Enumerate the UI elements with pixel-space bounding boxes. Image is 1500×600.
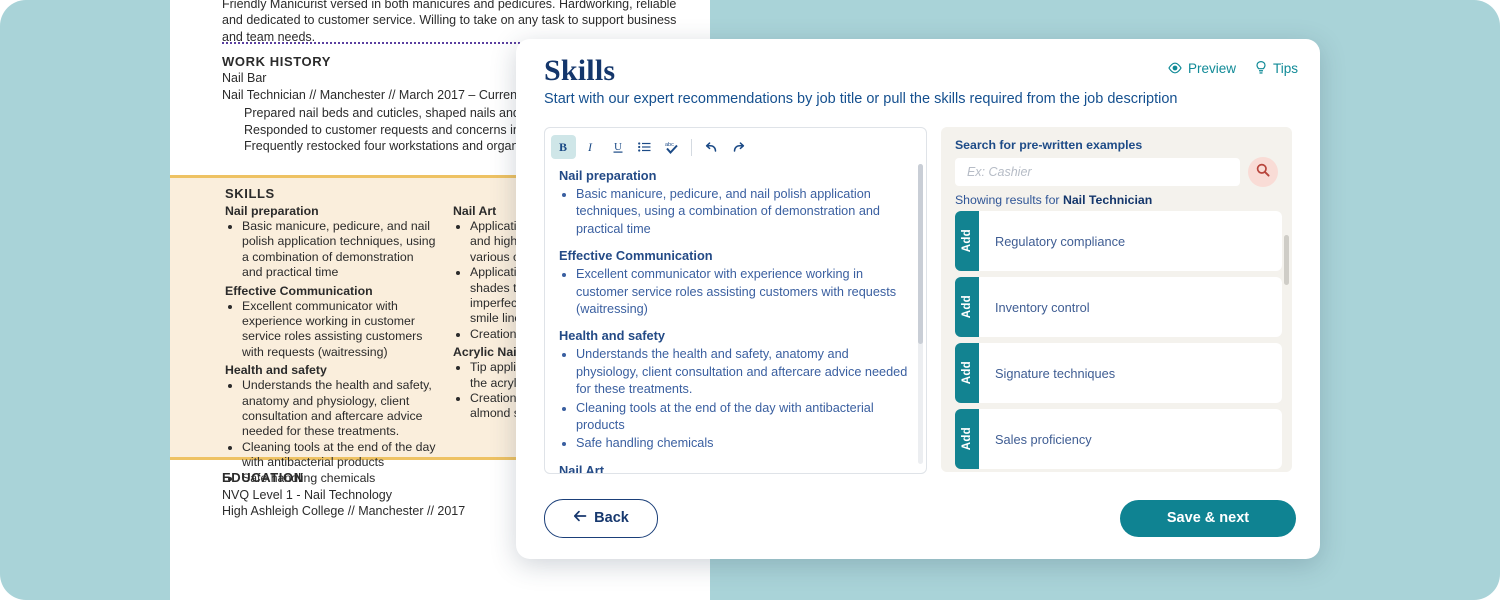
editor-toolbar: B I U abc xyxy=(545,128,926,160)
editor-section-title: Health and safety xyxy=(559,328,665,344)
italic-icon[interactable]: I xyxy=(578,135,603,159)
toolbar-divider xyxy=(691,138,692,156)
modal-footer: Back Save & next xyxy=(544,498,1296,538)
suggestion-card[interactable]: Add Signature techniques xyxy=(954,343,1282,403)
list-item[interactable]: Cleaning tools at the end of the day wit… xyxy=(576,400,908,435)
add-button[interactable]: Add xyxy=(954,409,979,469)
list-item: Cleaning tools at the end of the day wit… xyxy=(242,440,437,471)
tips-label: Tips xyxy=(1272,60,1298,76)
search-button[interactable] xyxy=(1248,157,1278,187)
search-row xyxy=(954,157,1278,187)
editor-section-title: Effective Communication xyxy=(559,248,713,264)
list-item[interactable]: Excellent communicator with experience w… xyxy=(576,266,908,318)
editor-section-title: Nail preparation xyxy=(559,168,657,183)
list-item: Excellent communicator with experience w… xyxy=(242,299,437,361)
editor-section-title: Nail Art xyxy=(559,462,605,473)
add-button[interactable]: Add xyxy=(954,343,979,403)
modal-header: Skills Preview Tips Start with our exper… xyxy=(516,39,1320,129)
showing-results-job: Nail Technician xyxy=(1062,193,1153,207)
search-label: Search for pre-written examples xyxy=(954,138,1143,152)
preview-label: Preview xyxy=(1187,60,1236,76)
modal-body: B I U abc Nail preparation • Basic manic… xyxy=(544,127,1292,512)
add-label: Add xyxy=(960,427,973,451)
add-label: Add xyxy=(960,361,973,385)
suggestion-results-list: Add Regulatory compliance Add Inventory … xyxy=(954,211,1282,472)
save-next-label: Save & next xyxy=(1166,510,1250,526)
redo-icon[interactable] xyxy=(726,135,751,159)
search-icon xyxy=(1255,162,1271,183)
suggestions-panel: Search for pre-written examples Showin xyxy=(940,127,1292,472)
suggestion-card[interactable]: Add Sales proficiency xyxy=(954,409,1282,469)
bold-icon[interactable]: B xyxy=(551,135,576,159)
skill-group-title: Nail preparation xyxy=(225,204,319,218)
lightbulb-icon xyxy=(1254,60,1268,76)
suggestions-scrollbar-thumb[interactable] xyxy=(1284,235,1289,285)
showing-results: Showing results for Nail Technician xyxy=(955,193,1152,207)
search-input[interactable] xyxy=(954,158,1240,186)
list-item[interactable]: Basic manicure, pedicure, and nail polis… xyxy=(576,186,908,238)
skill-group-title: Health and safety xyxy=(225,363,327,378)
bullet-list-icon[interactable] xyxy=(632,135,657,159)
skills-left-column: Nail preparation Basic manicure, pedicur… xyxy=(225,203,437,489)
list-item[interactable]: Understands the health and safety, anato… xyxy=(576,346,908,398)
svg-text:U: U xyxy=(614,141,622,153)
list-item[interactable]: Safe handling chemicals xyxy=(576,435,908,452)
add-button[interactable]: Add xyxy=(954,211,979,271)
eye-icon xyxy=(1167,60,1183,76)
add-button[interactable]: Add xyxy=(954,277,979,337)
app-root: Friendly Manicurist versed in both manic… xyxy=(0,0,1500,600)
underline-icon[interactable]: U xyxy=(605,135,630,159)
list-item: Basic manicure, pedicure, and nail polis… xyxy=(242,219,437,281)
suggestion-card[interactable]: Add Inventory control xyxy=(954,277,1282,337)
svg-text:B: B xyxy=(559,140,567,154)
svg-text:abc: abc xyxy=(665,142,674,148)
skill-group-title: Effective Communication xyxy=(225,283,373,298)
skills-modal: Skills Preview Tips Start with our exper… xyxy=(516,39,1320,559)
add-label: Add xyxy=(960,229,973,253)
suggestion-label: Sales proficiency xyxy=(978,409,1282,469)
suggestion-label: Inventory control xyxy=(978,277,1282,337)
page-title: Skills xyxy=(544,54,616,87)
tips-button[interactable]: Tips xyxy=(1254,60,1298,76)
add-label: Add xyxy=(960,295,973,319)
header-actions: Preview Tips xyxy=(1167,60,1298,76)
list-item: Understands the health and safety, anato… xyxy=(242,378,437,440)
suggestion-card[interactable]: Add Regulatory compliance xyxy=(954,211,1282,271)
suggestion-label: Signature techniques xyxy=(978,343,1282,403)
preview-button[interactable]: Preview xyxy=(1167,60,1236,76)
editor-scrollbar-thumb[interactable] xyxy=(917,164,923,344)
save-next-button[interactable]: Save & next xyxy=(1120,499,1296,537)
editor-content[interactable]: Nail preparation Basic manicure, pedicur… xyxy=(545,166,926,473)
undo-icon[interactable] xyxy=(699,135,724,159)
back-button[interactable]: Back xyxy=(544,498,658,538)
skills-editor[interactable]: B I U abc Nail preparation • Basic manic… xyxy=(544,127,927,474)
svg-text:I: I xyxy=(587,140,593,154)
back-label: Back xyxy=(594,510,629,526)
suggestion-label: Regulatory compliance xyxy=(978,211,1282,271)
arrow-left-icon xyxy=(573,510,587,526)
showing-results-prefix: Showing results for xyxy=(954,193,1063,207)
modal-subtitle: Start with our expert recommendations by… xyxy=(544,91,1178,107)
spellcheck-icon[interactable]: abc xyxy=(659,135,684,159)
